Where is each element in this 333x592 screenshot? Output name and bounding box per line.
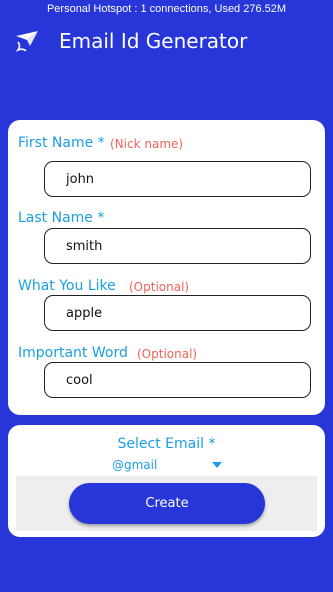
create-button[interactable]: Create <box>69 483 265 524</box>
last-name-label: Last Name * <box>18 210 105 226</box>
status-text: Personal Hotspot : 1 connections, Used 2… <box>46 3 287 15</box>
first-name-hint: (Nick name) <box>110 137 184 151</box>
form-card: First Name * (Nick name) Last Name * Wha… <box>8 120 325 415</box>
email-domain-dropdown[interactable]: @gmail <box>112 457 222 475</box>
last-name-input[interactable] <box>44 228 311 264</box>
status-bar: Personal Hotspot : 1 connections, Used 2… <box>0 0 333 18</box>
important-word-hint: (Optional) <box>137 347 198 361</box>
first-name-label: First Name * <box>18 135 105 151</box>
what-you-like-input[interactable] <box>44 295 311 331</box>
chevron-down-icon <box>212 462 222 468</box>
what-you-like-label: What You Like <box>18 278 116 294</box>
important-word-input[interactable] <box>44 362 311 398</box>
button-area: Create <box>16 476 317 531</box>
app-bar: Email Id Generator <box>0 18 333 64</box>
app-title: Email Id Generator <box>59 29 248 53</box>
important-word-label: Important Word <box>18 345 128 361</box>
paper-plane-icon <box>15 31 38 52</box>
first-name-input[interactable] <box>44 161 311 197</box>
what-you-like-hint: (Optional) <box>129 280 190 294</box>
select-email-label: Select Email * <box>117 436 216 452</box>
select-email-card: Select Email * @gmail Create <box>8 425 325 537</box>
email-domain-value: @gmail <box>112 458 158 472</box>
